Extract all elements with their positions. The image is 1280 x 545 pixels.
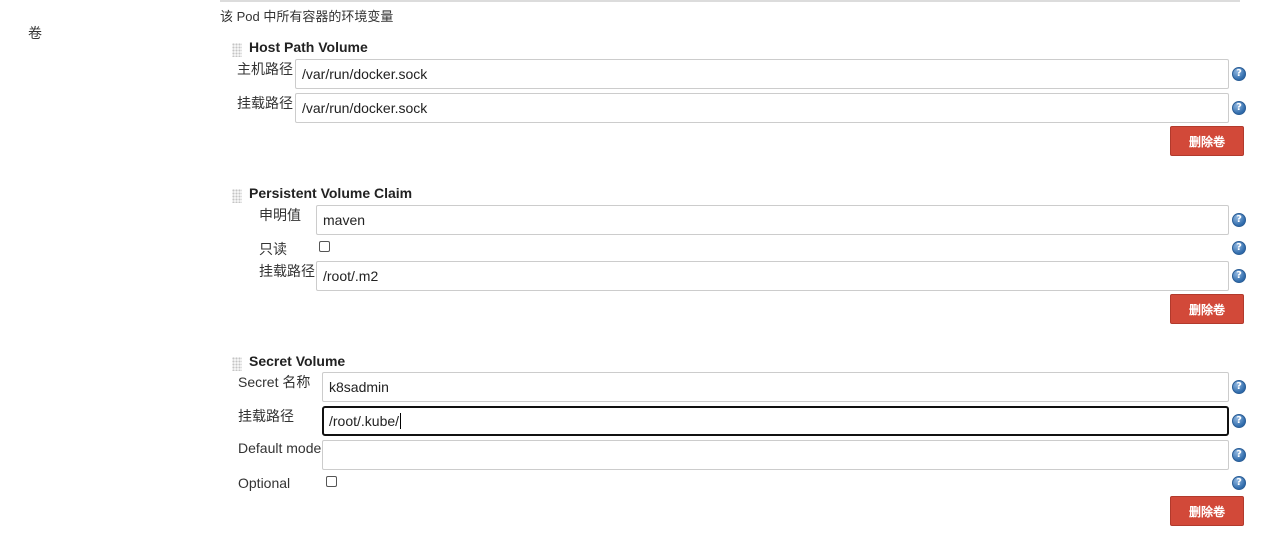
secret-name-label: Secret 名称 bbox=[238, 374, 311, 390]
help-icon[interactable]: ? bbox=[1232, 414, 1246, 428]
optional-checkbox[interactable] bbox=[326, 476, 337, 487]
volumes-label: 卷 bbox=[28, 25, 42, 41]
mount-path-row: 挂载路径 /var/run/docker.sock ? bbox=[220, 93, 1260, 125]
secret-name-row: Secret 名称 k8sadmin ? bbox=[220, 372, 1260, 404]
drag-handle-icon[interactable] bbox=[232, 189, 242, 203]
mount-path-input[interactable]: /var/run/docker.sock bbox=[295, 93, 1229, 123]
mount-path-row: 挂载路径 /root/.kube/ ? bbox=[220, 406, 1260, 438]
help-icon[interactable]: ? bbox=[1232, 269, 1246, 283]
mount-path-value: /root/.kube/ bbox=[329, 413, 400, 429]
mount-path-label: 挂载路径 bbox=[237, 95, 293, 111]
help-icon[interactable]: ? bbox=[1232, 380, 1246, 394]
default-mode-row: Default mode ? bbox=[220, 440, 1260, 472]
help-icon[interactable]: ? bbox=[1232, 476, 1246, 490]
optional-row: Optional ? bbox=[220, 474, 1260, 506]
readonly-checkbox[interactable] bbox=[319, 241, 330, 252]
delete-volume-button[interactable]: 删除卷 bbox=[1170, 126, 1244, 156]
default-mode-input[interactable] bbox=[322, 440, 1229, 470]
help-icon[interactable]: ? bbox=[1232, 101, 1246, 115]
secret-name-input[interactable]: k8sadmin bbox=[322, 372, 1229, 402]
claim-name-label: 申明值 bbox=[259, 207, 301, 223]
drag-handle-icon[interactable] bbox=[232, 43, 242, 57]
claim-name-input[interactable]: maven bbox=[316, 205, 1229, 235]
help-icon[interactable]: ? bbox=[1232, 67, 1246, 81]
top-divider bbox=[220, 0, 1240, 2]
host-path-volume-section: Host Path Volume 主机路径 /var/run/docker.so… bbox=[220, 39, 1260, 159]
text-caret bbox=[400, 413, 402, 429]
readonly-label: 只读 bbox=[259, 241, 287, 257]
persistent-volume-claim-section: Persistent Volume Claim 申明值 maven ? 只读 ?… bbox=[220, 185, 1260, 330]
secret-volume-section: Secret Volume Secret 名称 k8sadmin ? 挂载路径 … bbox=[220, 353, 1260, 533]
help-icon[interactable]: ? bbox=[1232, 241, 1246, 255]
host-path-label: 主机路径 bbox=[237, 61, 293, 77]
env-vars-description: 该 Pod 中所有容器的环境变量 bbox=[220, 9, 394, 24]
optional-label: Optional bbox=[238, 475, 291, 491]
host-path-input[interactable]: /var/run/docker.sock bbox=[295, 59, 1229, 89]
mount-path-label: 挂载路径 bbox=[238, 408, 294, 424]
help-icon[interactable]: ? bbox=[1232, 213, 1246, 227]
section-title: Host Path Volume bbox=[249, 39, 368, 55]
mount-path-row: 挂载路径 /root/.m2 ? bbox=[220, 261, 1260, 293]
section-title: Secret Volume bbox=[249, 353, 346, 369]
claim-row: 申明值 maven ? bbox=[220, 205, 1260, 237]
default-mode-label: Default mode bbox=[238, 440, 322, 456]
delete-volume-button[interactable]: 删除卷 bbox=[1170, 496, 1244, 526]
drag-handle-icon[interactable] bbox=[232, 357, 242, 371]
mount-path-input[interactable]: /root/.kube/ bbox=[322, 406, 1229, 436]
help-icon[interactable]: ? bbox=[1232, 448, 1246, 462]
host-path-row: 主机路径 /var/run/docker.sock ? bbox=[220, 59, 1260, 91]
section-title: Persistent Volume Claim bbox=[249, 185, 413, 201]
mount-path-label: 挂载路径 bbox=[259, 263, 315, 279]
mount-path-input[interactable]: /root/.m2 bbox=[316, 261, 1229, 291]
delete-volume-button[interactable]: 删除卷 bbox=[1170, 294, 1244, 324]
